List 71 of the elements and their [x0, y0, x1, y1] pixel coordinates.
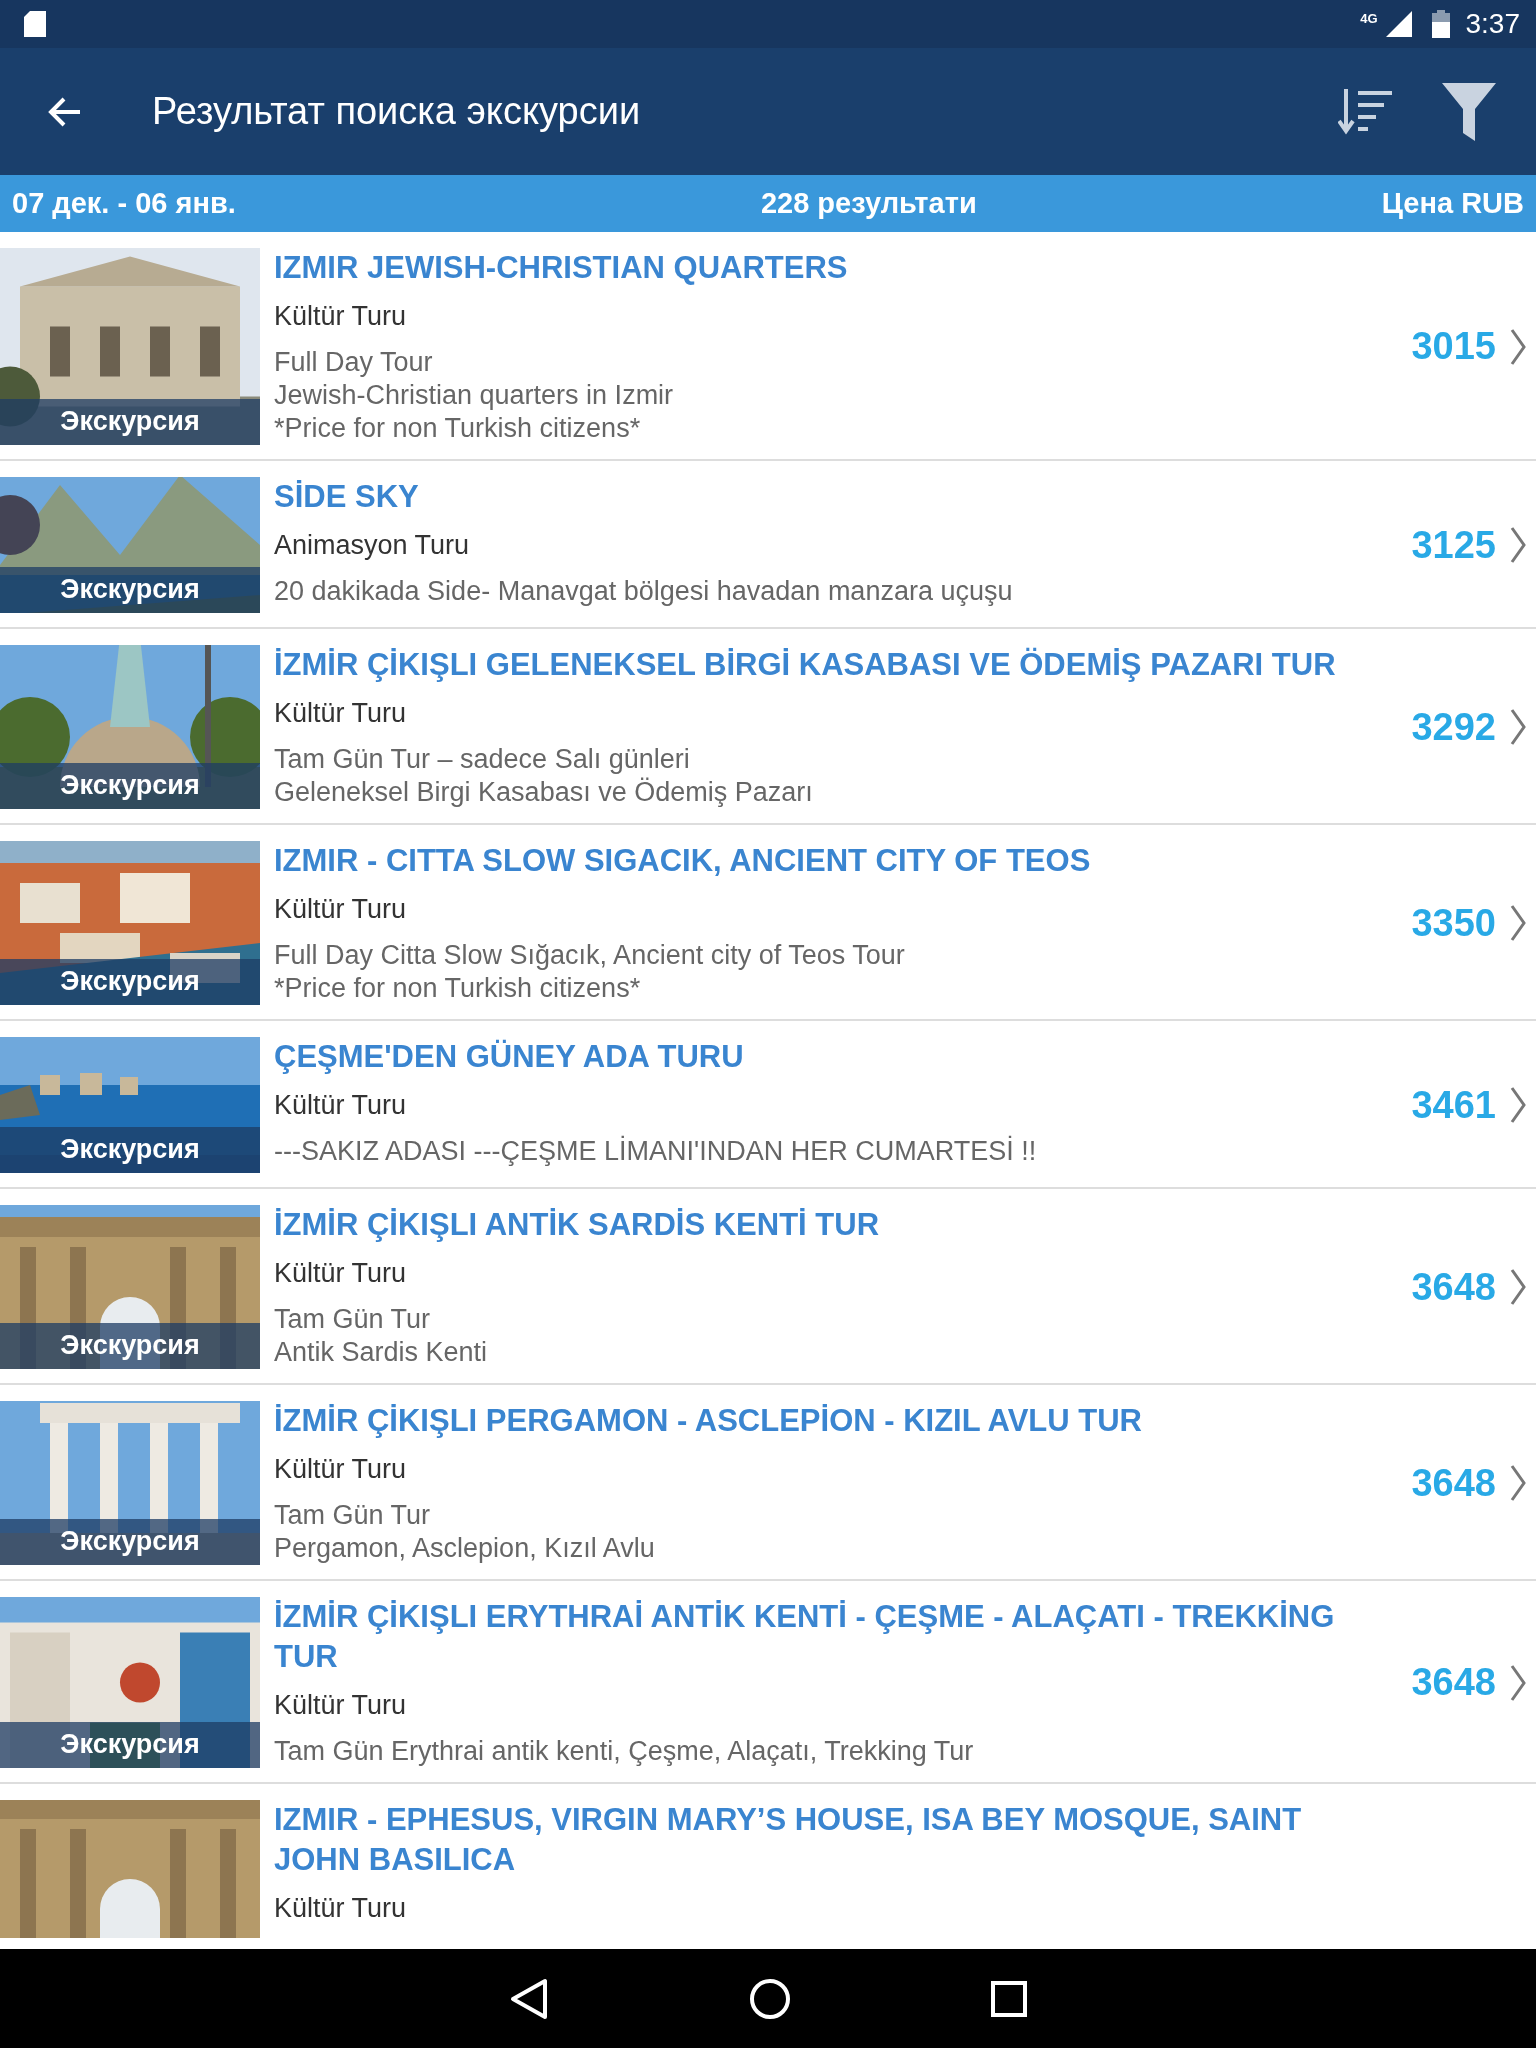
network-type: 4G — [1360, 10, 1378, 28]
sd-card-icon — [24, 11, 46, 37]
category-tag: Экскурсия — [0, 398, 260, 445]
tour-price: 3350 — [1411, 900, 1496, 946]
tour-category: Kültür Turu — [274, 1089, 408, 1122]
tour-category: Kültür Turu — [274, 1892, 408, 1925]
tour-category: Kültür Turu — [274, 1257, 408, 1290]
tour-title[interactable]: IZMIR - CITTA SLOW SIGACIK, ANCIENT CITY OF TEOS — [274, 841, 1400, 881]
result-count: 228 результати — [760, 185, 977, 221]
recents-nav-icon[interactable] — [991, 1980, 1027, 2017]
tour-title[interactable]: İZMİR ÇİKIŞLI ANTİK SARDİS KENTİ TUR — [274, 1205, 1400, 1245]
tour-title[interactable]: IZMIR - EPHESUS, VIRGIN MARY’S HOUSE, ISA BEY MOSQUE, SAINT JOHN BASILICA — [274, 1800, 1344, 1880]
home-nav-icon[interactable] — [749, 1977, 791, 2020]
category-tag: Экскурсия — [0, 1721, 260, 1768]
battery-icon — [1431, 10, 1450, 38]
tour-price: 3648 — [1411, 1264, 1496, 1310]
tour-description: *Price for non Turkish citizens* — [274, 412, 642, 445]
category-tag: Экскурсия — [0, 958, 260, 1005]
tour-description: Tam Gün Tur – sadece Salı günleri — [274, 743, 691, 776]
tour-description: Pergamon, Asclepion, Kızıl Avlu — [274, 1532, 656, 1565]
chevron-right-icon[interactable] — [1510, 327, 1526, 366]
tour-description: 20 dakikada Side- Manavgat bölgesi havadan manzara uçuşu — [274, 575, 1014, 608]
tour-title[interactable]: İZMİR ÇİKIŞLI GELENEKSEL BİRGİ KASABASI VE ÖDEMİŞ PAZARI TUR — [274, 645, 1400, 685]
sort-icon[interactable] — [1338, 86, 1394, 137]
tour-price: 3648 — [1411, 1660, 1496, 1705]
chevron-right-icon[interactable] — [1510, 1663, 1526, 1702]
tour-description: Tam Gün Tur — [274, 1303, 432, 1336]
chevron-right-icon[interactable] — [1510, 526, 1526, 564]
tour-title[interactable]: İZMİR ÇİKIŞLI ERYTHRAİ ANTİK KENTİ - ÇEŞME - ALAÇATI - TREKKİNG TUR — [274, 1597, 1400, 1677]
tour-category: Kültür Turu — [274, 697, 408, 730]
tour-title[interactable]: IZMIR JEWISH-CHRISTIAN QUARTERS — [274, 248, 1400, 288]
tour-category: Kültür Turu — [274, 893, 408, 926]
tour-price: 3461 — [1411, 1082, 1496, 1128]
category-tag: Экскурсия — [0, 566, 260, 613]
tour-description: *Price for non Turkish citizens* — [274, 972, 642, 1005]
category-tag: Экскурсия — [0, 762, 260, 809]
tour-category: Kültür Turu — [274, 1689, 408, 1722]
category-tag: Экскурсия — [0, 1518, 260, 1565]
price-currency: Цена RUB — [1381, 185, 1524, 221]
tour-category: Animasyon Turu — [274, 529, 471, 562]
tour-price: 3125 — [1411, 522, 1496, 568]
chevron-right-icon[interactable] — [1510, 904, 1526, 942]
tour-category: Kültür Turu — [274, 1453, 408, 1486]
chevron-right-icon[interactable] — [1510, 1464, 1526, 1502]
tour-title[interactable]: İZMİR ÇİKIŞLI PERGAMON - ASCLEPİON - KIZIL AVLU TUR — [274, 1401, 1400, 1441]
tour-description: Full Day Citta Slow Sığacık, Ancient city of Teos Tour — [274, 939, 906, 972]
tour-description: Jewish-Christian quarters in Izmir — [274, 379, 675, 412]
tour-category: Kültür Turu — [274, 300, 408, 333]
tour-price: 3292 — [1411, 704, 1496, 750]
filter-icon[interactable] — [1442, 82, 1496, 141]
tour-description: ---SAKIZ ADASI ---ÇEŞME LİMANI'INDAN HER CUMARTESİ !! — [274, 1135, 1038, 1168]
back-nav-icon[interactable] — [509, 1977, 549, 2020]
chevron-right-icon[interactable] — [1510, 1268, 1526, 1306]
tour-description: Full Day Tour — [274, 346, 434, 379]
tour-title[interactable]: ÇEŞME'DEN GÜNEY ADA TURU — [274, 1037, 1400, 1077]
chevron-right-icon[interactable] — [1510, 1086, 1526, 1124]
screen-title: Результат поиска экскурсии — [152, 89, 641, 134]
date-range: 07 дек. - 06 янв. — [12, 185, 236, 221]
tour-description: Tam Gün Tur — [274, 1499, 432, 1532]
tour-title[interactable]: SİDE SKY — [274, 477, 1400, 517]
signal-icon — [1385, 11, 1412, 37]
category-tag: Экскурсия — [0, 1322, 260, 1369]
tour-description: Tam Gün Erythrai antik kenti, Çeşme, Alaçatı, Trekking Tur — [274, 1735, 975, 1768]
clock-time: 3:37 — [1465, 7, 1520, 41]
category-tag: Экскурсия — [0, 1126, 260, 1173]
tour-description: Antik Sardis Kenti — [274, 1336, 489, 1369]
tour-description: Geleneksel Birgi Kasabası ve Ödemiş Pazarı — [274, 776, 814, 809]
back-arrow-icon[interactable] — [48, 96, 82, 127]
chevron-right-icon[interactable] — [1510, 708, 1526, 746]
tour-price: 3648 — [1411, 1460, 1496, 1506]
tour-price: 3015 — [1411, 324, 1496, 369]
